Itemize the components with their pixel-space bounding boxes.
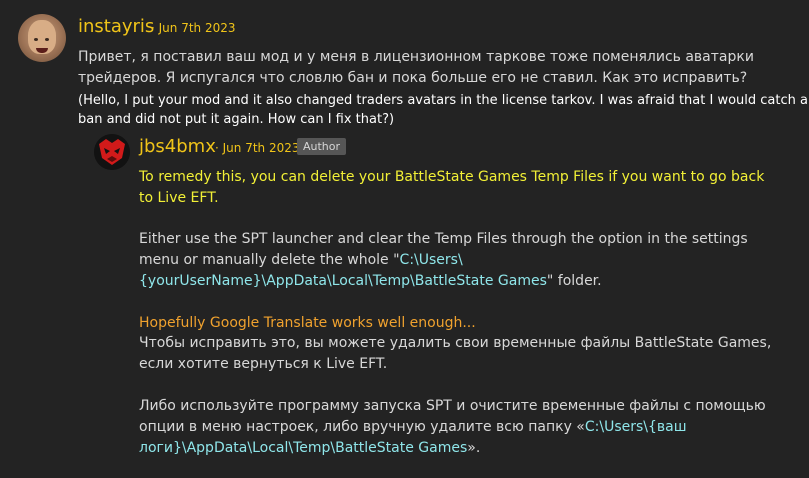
reply-russian-paragraph-2-suffix: ». [467, 440, 481, 456]
avatar-mouth [36, 48, 48, 53]
avatar[interactable] [18, 14, 66, 62]
author-avatar[interactable] [94, 134, 130, 170]
author-badge: Author [297, 138, 347, 155]
avatar-face [28, 20, 56, 54]
reply-russian-paragraph-2: Либо используйте программу запуска SPT и… [139, 396, 789, 459]
author-username[interactable]: jbs4bmx [139, 136, 216, 157]
avatar-eye-left [34, 38, 38, 41]
translate-note: Hopefully Google Translate works well en… [139, 315, 476, 331]
reply-highlight-text: To remedy this, you can delete your Batt… [139, 169, 765, 206]
comment-text-english: (Hello, I put your mod and it also chang… [78, 93, 808, 127]
avatar-eye-right [45, 38, 49, 41]
reply-paragraph-1-suffix: " folder. [546, 273, 602, 289]
comment-text-russian: Привет, я поставил ваш мод и у меня в ли… [78, 49, 754, 86]
reply-paragraph-1: Either use the SPT launcher and clear th… [139, 229, 789, 292]
author-avatar-icon [94, 134, 130, 170]
author-date: · Jun 7th 2023 [215, 141, 300, 155]
comment-date: · Jun 7th 2023 [151, 21, 236, 35]
comment-username[interactable]: instayris [78, 16, 154, 37]
reply-russian-paragraph-1: Чтобы исправить это, вы можете удалить с… [139, 335, 772, 372]
